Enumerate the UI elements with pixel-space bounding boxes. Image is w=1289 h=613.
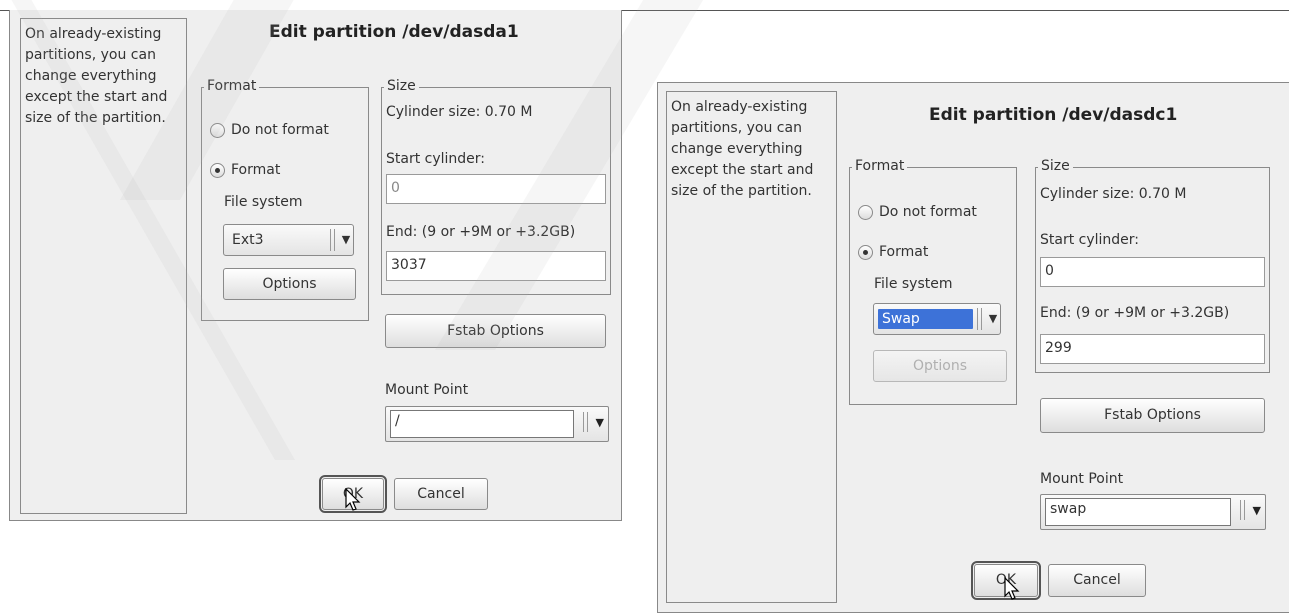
combo-separator: [1240, 500, 1245, 520]
radio-checked-icon: [210, 162, 225, 178]
dropdown-arrow-icon: ▼: [1252, 504, 1261, 517]
format-group-legend: Format: [204, 78, 260, 94]
combo-separator: [583, 412, 588, 432]
mount-point-label: Mount Point: [385, 382, 469, 398]
format-radio[interactable]: Format: [210, 162, 280, 178]
format-label: Format: [879, 244, 929, 260]
start-cylinder-label: Start cylinder:: [386, 151, 486, 167]
do-not-format-radio[interactable]: Do not format: [210, 122, 329, 138]
mouse-cursor-icon: [1004, 577, 1020, 600]
file-system-label: File system: [874, 276, 953, 292]
cancel-button[interactable]: Cancel: [394, 478, 488, 510]
format-radio[interactable]: Format: [858, 244, 928, 260]
edit-partition-dialog-dasda1: On already-existing partitions, you can …: [9, 10, 622, 521]
start-cylinder-field[interactable]: 0: [386, 174, 606, 204]
dropdown-arrow-icon: ▼: [341, 233, 351, 246]
mouse-cursor-icon: [345, 488, 361, 511]
start-cylinder-field[interactable]: 0: [1040, 257, 1265, 287]
do-not-format-radio[interactable]: Do not format: [858, 204, 977, 220]
mount-point-input[interactable]: /: [390, 410, 574, 438]
file-system-combo[interactable]: Ext3 ▼: [223, 224, 354, 256]
format-group: Format Do not format Format File system …: [849, 158, 1017, 405]
size-group-legend: Size: [1038, 158, 1073, 174]
format-group: Format Do not format Format File system …: [201, 78, 369, 321]
size-group-legend: Size: [384, 78, 419, 94]
start-cylinder-label: Start cylinder:: [1040, 232, 1140, 248]
mount-point-combo[interactable]: swap ▼: [1040, 494, 1266, 530]
file-system-combo[interactable]: Swap ▼: [873, 303, 1001, 335]
combo-separator: [977, 308, 982, 330]
help-text: On already-existing partitions, you can …: [25, 26, 168, 126]
end-label: End: (9 or +9M or +3.2GB): [1040, 305, 1230, 321]
cylinder-size-label: Cylinder size: 0.70 M: [1040, 186, 1187, 202]
dropdown-arrow-icon: ▼: [988, 312, 998, 325]
file-system-label: File system: [224, 194, 303, 210]
radio-unchecked-icon: [858, 204, 873, 220]
file-system-value: Ext3: [232, 232, 264, 248]
mount-point-input[interactable]: swap: [1045, 498, 1231, 526]
help-text: On already-existing partitions, you can …: [671, 99, 814, 199]
radio-unchecked-icon: [210, 122, 225, 138]
size-group: Size Cylinder size: 0.70 M Start cylinde…: [381, 78, 611, 295]
file-system-value: Swap: [878, 309, 973, 329]
dialog-title: Edit partition /dev/dasdc1: [929, 105, 1178, 125]
edit-partition-dialog-dasdc1: On already-existing partitions, you can …: [657, 82, 1289, 613]
end-label: End: (9 or +9M or +3.2GB): [386, 224, 576, 240]
combo-separator: [330, 229, 335, 251]
end-field[interactable]: 3037: [386, 251, 606, 281]
do-not-format-label: Do not format: [231, 122, 329, 138]
options-button[interactable]: Options: [223, 268, 356, 300]
radio-checked-icon: [858, 244, 873, 260]
mount-point-combo[interactable]: / ▼: [385, 406, 609, 442]
cylinder-size-label: Cylinder size: 0.70 M: [386, 104, 533, 120]
format-label: Format: [231, 162, 281, 178]
dialog-title: Edit partition /dev/dasda1: [269, 22, 519, 42]
mount-point-label: Mount Point: [1040, 471, 1124, 487]
end-field[interactable]: 299: [1040, 334, 1265, 364]
help-panel: On already-existing partitions, you can …: [666, 91, 837, 603]
do-not-format-label: Do not format: [879, 204, 977, 220]
size-group: Size Cylinder size: 0.70 M Start cylinde…: [1035, 158, 1270, 373]
options-button[interactable]: Options: [873, 350, 1007, 382]
cancel-button[interactable]: Cancel: [1048, 564, 1146, 597]
help-panel: On already-existing partitions, you can …: [20, 18, 187, 514]
fstab-options-button[interactable]: Fstab Options: [385, 314, 606, 348]
format-group-legend: Format: [852, 158, 908, 174]
dropdown-arrow-icon: ▼: [595, 416, 604, 429]
fstab-options-button[interactable]: Fstab Options: [1040, 398, 1265, 433]
